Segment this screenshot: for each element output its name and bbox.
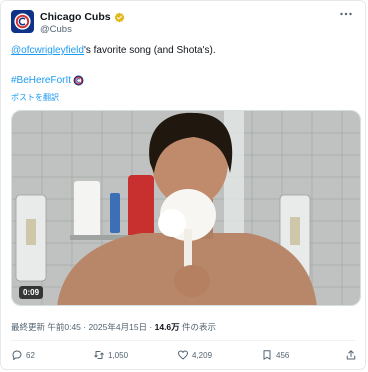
repost-count: 1,050 [108,350,129,360]
post-timestamp[interactable]: 最終更新 午前0:45 · 2025年4月15日 · [11,322,155,332]
account-name[interactable]: Chicago Cubs [40,11,111,23]
video-thumbnail [12,111,360,305]
bookmark-button[interactable]: 456 [261,349,289,361]
divider [11,340,355,341]
view-count-suffix: 件の表示 [179,322,217,332]
like-count: 4,209 [192,350,213,360]
like-button[interactable]: 4,209 [177,349,212,361]
post-meta: 最終更新 午前0:45 · 2025年4月15日 · 14.6万 件の表示 [11,321,216,333]
post-card: Chicago Cubs @Cubs @ofcwrigleyfield's fa… [0,0,366,370]
repost-icon [94,351,104,359]
reply-count: 62 [26,350,35,360]
video-duration: 0:09 [19,286,44,299]
verified-badge-icon [114,12,124,22]
more-options-icon[interactable] [339,7,353,24]
repost-button[interactable]: 1,050 [93,349,128,361]
view-count: 14.6万 [154,322,180,332]
post-text: @ofcwrigleyfield's favorite song (and Sh… [11,45,216,56]
bookmark-count: 456 [276,350,290,360]
cubs-logo-icon [14,13,31,30]
hashtag-row: #BeHereForIt [11,75,84,86]
mention-link[interactable]: @ofcwrigleyfield [11,45,84,56]
reply-icon [12,350,22,360]
video-player[interactable]: 0:09 [11,110,361,306]
bookmark-icon [263,350,271,360]
hashtag-link[interactable]: #BeHereForIt [11,75,71,86]
share-button[interactable] [345,349,357,361]
hashtag-cubs-emoji-icon [73,75,84,86]
action-bar: 62 1,050 4,209 456 [11,349,357,365]
account-handle[interactable]: @Cubs [40,24,72,35]
translate-post-link[interactable]: ポストを翻訳 [11,92,59,103]
post-text-body: 's favorite song (and Shota's). [83,45,216,56]
account-name-row: Chicago Cubs [40,11,125,23]
share-icon [346,350,356,360]
reply-button[interactable]: 62 [11,349,35,361]
heart-icon [178,350,188,360]
avatar[interactable] [11,10,34,33]
